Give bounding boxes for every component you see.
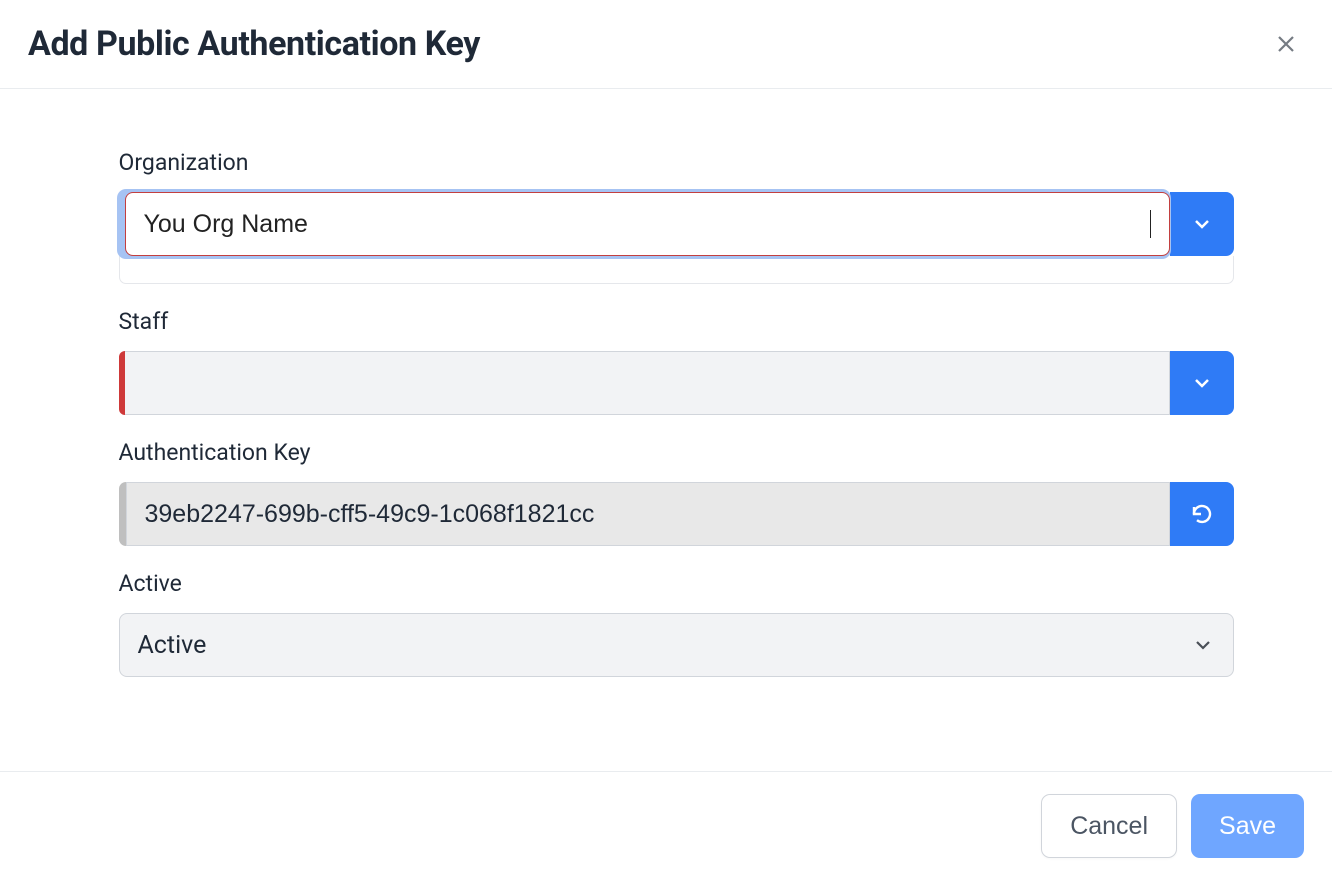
staff-dropdown-button[interactable]	[1170, 351, 1234, 415]
organization-suggestion-row[interactable]	[119, 256, 1234, 284]
staff-combobox	[119, 351, 1234, 415]
save-button[interactable]: Save	[1191, 794, 1304, 858]
close-button[interactable]	[1268, 26, 1304, 62]
active-value: Active	[138, 631, 207, 660]
dialog-footer: Cancel Save	[0, 771, 1332, 880]
chevron-down-icon	[1190, 212, 1214, 236]
auth-key-input-wrap	[126, 482, 1170, 546]
dialog-title: Add Public Authentication Key	[28, 24, 480, 64]
auth-key-strip	[119, 482, 126, 546]
auth-key-input	[145, 483, 1151, 545]
chevron-down-icon	[1191, 633, 1215, 657]
dialog-header: Add Public Authentication Key	[0, 0, 1332, 89]
add-public-auth-key-dialog: Add Public Authentication Key Organizati…	[0, 0, 1332, 880]
organization-input-wrap	[125, 192, 1170, 256]
text-caret	[1150, 210, 1151, 238]
auth-key-group	[119, 482, 1234, 546]
cancel-button[interactable]: Cancel	[1041, 794, 1177, 858]
staff-field: Staff	[119, 308, 1234, 415]
active-field: Active Active	[119, 570, 1234, 677]
staff-label: Staff	[119, 308, 1234, 335]
refresh-icon	[1190, 502, 1214, 526]
chevron-down-icon	[1190, 371, 1214, 395]
organization-label: Organization	[119, 149, 1234, 176]
regenerate-key-button[interactable]	[1170, 482, 1234, 546]
form: Organization Staff	[99, 149, 1234, 677]
organization-focus-inner	[125, 192, 1170, 256]
active-select[interactable]: Active	[119, 613, 1234, 677]
organization-input[interactable]	[144, 193, 1149, 255]
close-icon	[1274, 31, 1298, 57]
organization-combobox	[119, 192, 1234, 256]
organization-field: Organization	[119, 149, 1234, 284]
auth-key-field: Authentication Key	[119, 439, 1234, 546]
organization-dropdown-button[interactable]	[1170, 192, 1234, 256]
staff-input[interactable]	[143, 352, 1151, 414]
auth-key-label: Authentication Key	[119, 439, 1234, 466]
staff-input-wrap	[125, 351, 1170, 415]
active-label: Active	[119, 570, 1234, 597]
dialog-body: Organization Staff	[0, 89, 1332, 771]
